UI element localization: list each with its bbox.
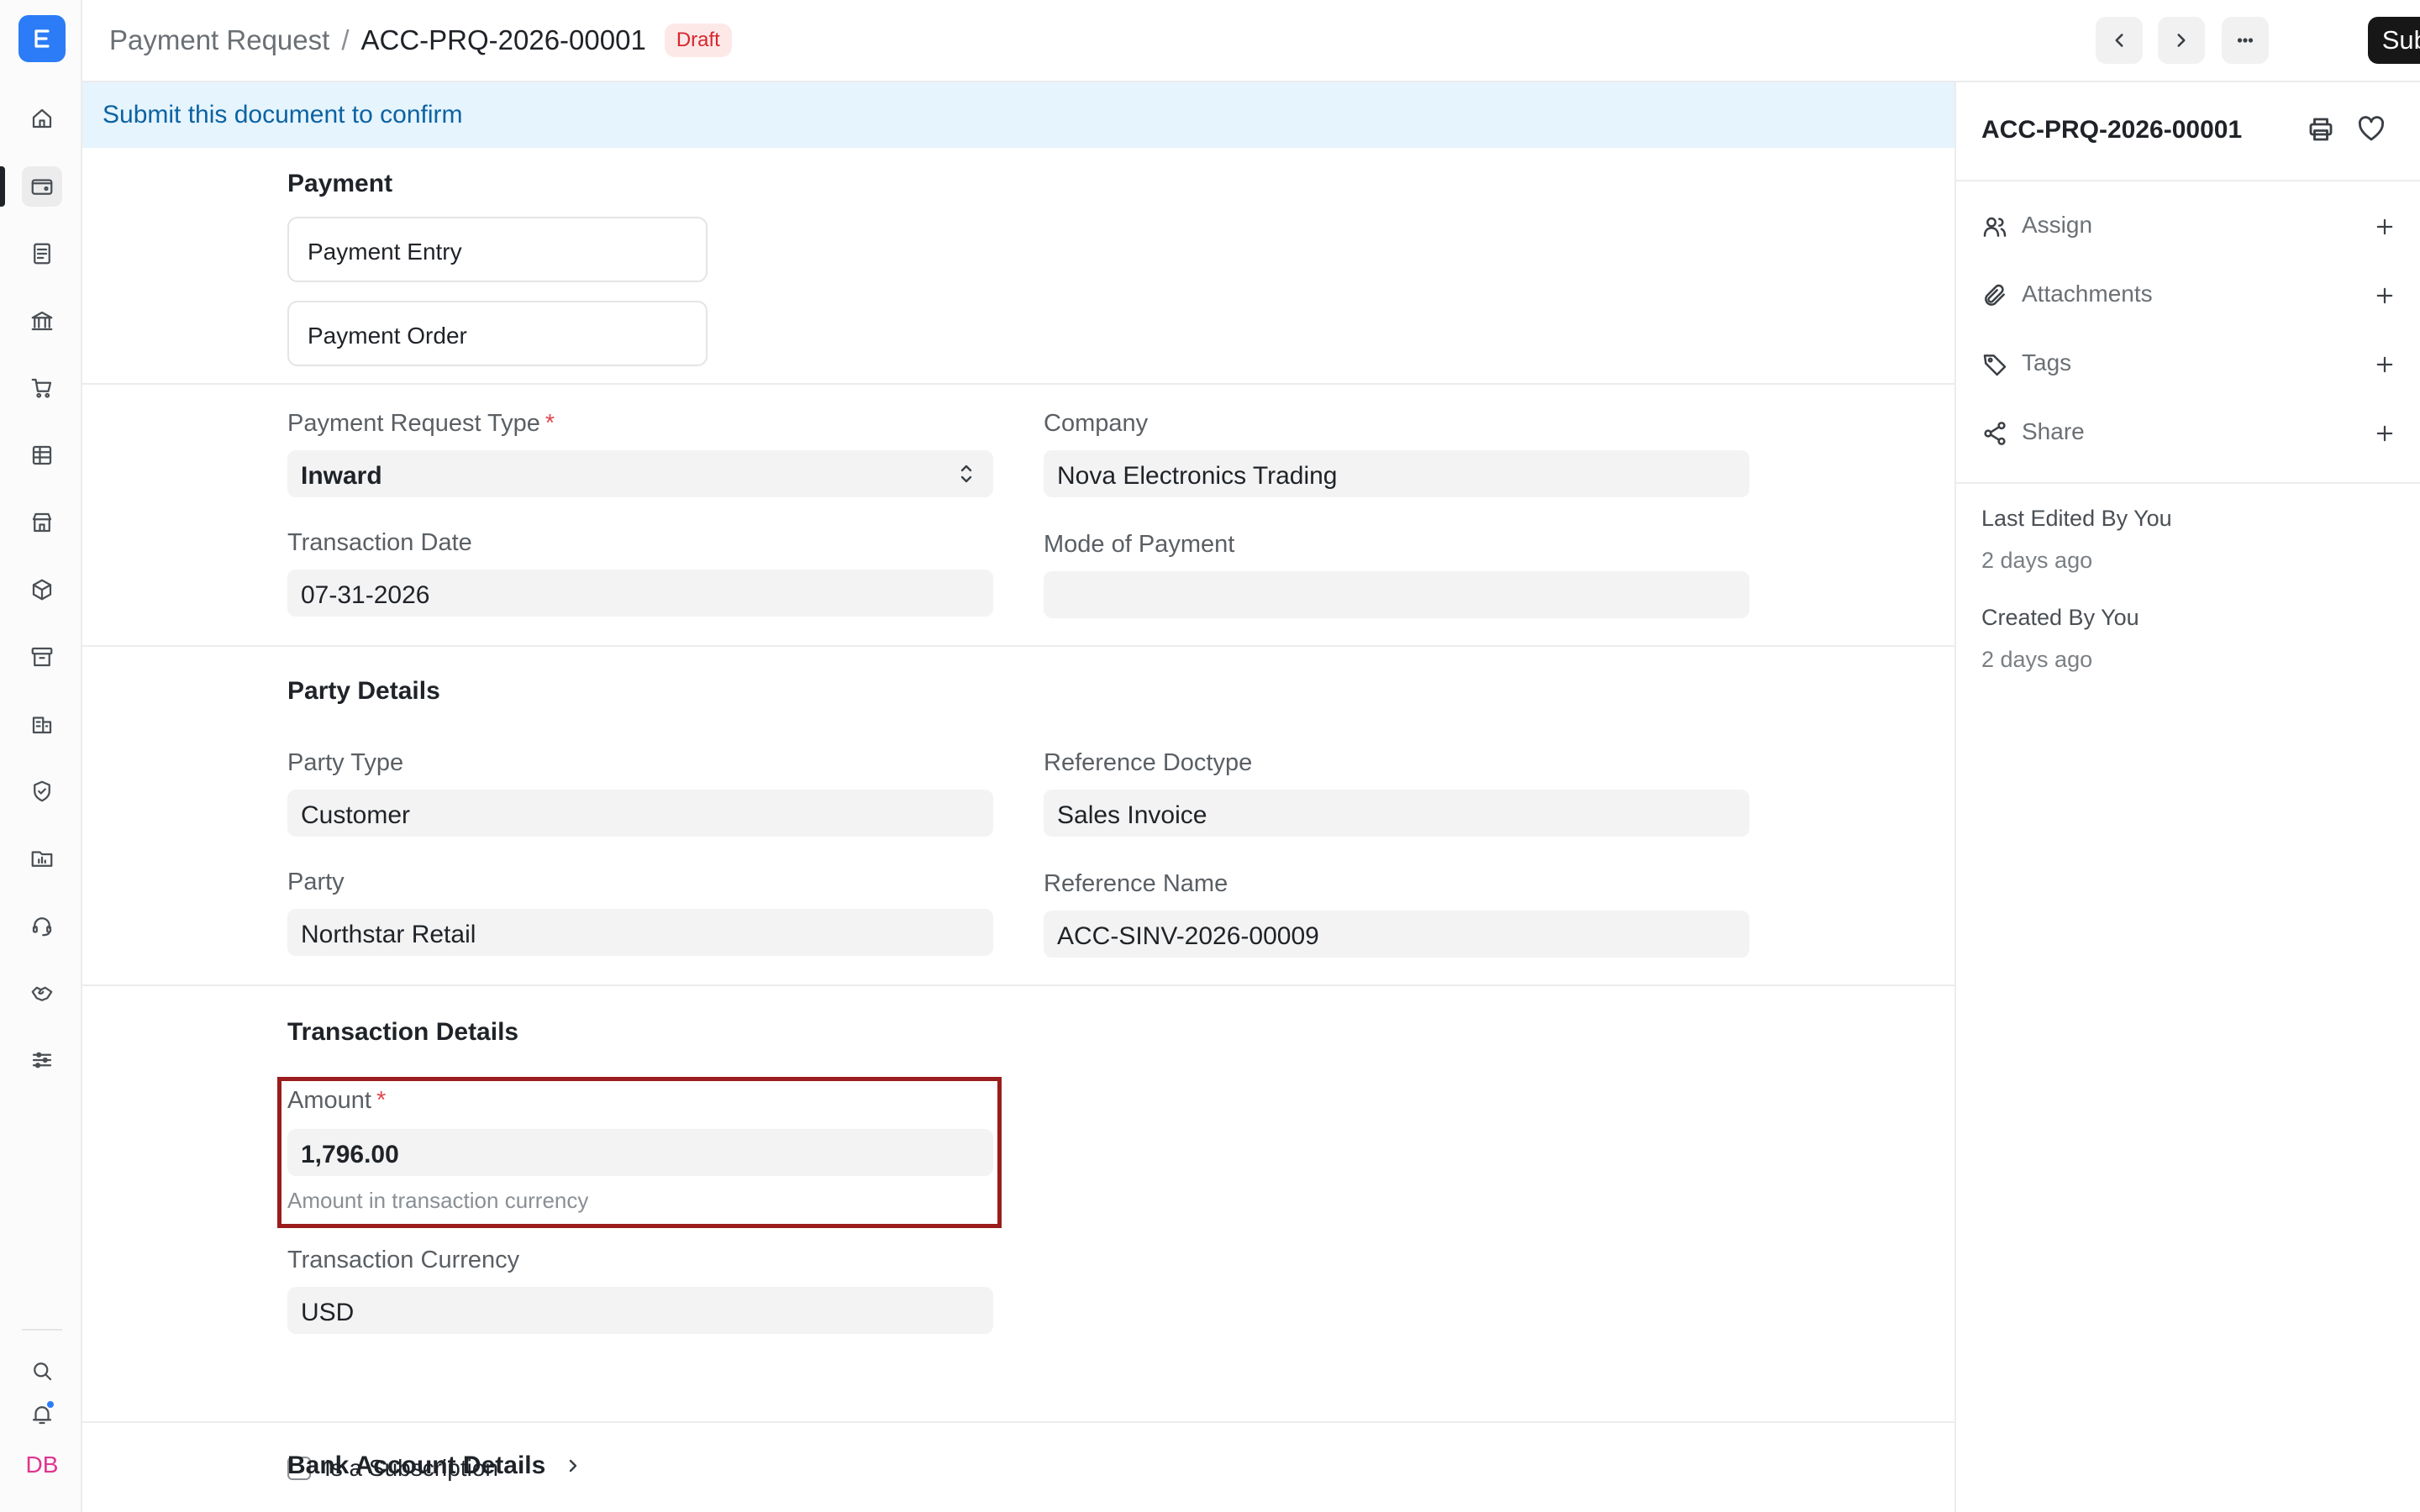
paperclip-icon [1981,282,2008,309]
box-icon[interactable] [22,570,62,610]
section-divider [82,1421,1954,1423]
sidebar-divider [22,1329,62,1331]
amount-label: Amount * [287,1087,387,1114]
plus-icon[interactable] [2373,353,2396,376]
transaction-date-field[interactable]: 07-31-2026 [287,570,993,617]
document-sidebar: ACC-PRQ-2026-00001 Assign Attachments Ta… [1954,82,2420,1512]
notification-dot [45,1399,55,1410]
section-divider [82,984,1954,986]
party-field[interactable]: Northstar Retail [287,909,993,956]
headset-icon[interactable] [22,906,62,946]
payment-request-type-label: Payment Request Type * [287,410,555,437]
sidebar-action-share[interactable]: Share [1981,417,2396,450]
chevron-left-icon [2115,34,2123,47]
tag-icon [1981,351,2008,378]
reference-name-label: Reference Name [1044,870,1228,897]
store-icon[interactable] [22,502,62,543]
sidebar: DB [0,0,82,1512]
breadcrumb-parent-link[interactable]: Payment Request [109,24,329,56]
last-edited-label: Last Edited By You [1981,506,2172,531]
page-title: ACC-PRQ-2026-00001 [360,24,646,55]
bank-icon[interactable] [22,301,62,341]
status-badge: Draft [664,24,732,57]
amount-field[interactable]: 1,796.00 [287,1129,993,1176]
invoice-icon[interactable] [22,234,62,274]
party-type-label: Party Type [287,749,404,776]
info-banner: Submit this document to confirm [82,82,1954,148]
bell-icon[interactable] [22,1394,62,1435]
page-header: Payment Request / ACC-PRQ-2026-00001 Dra… [82,0,2420,82]
payment-order-link[interactable]: Payment Order [287,301,708,366]
company-label: Company [1044,410,1149,437]
wallet-icon[interactable] [22,166,62,207]
payment-entry-link[interactable]: Payment Entry [287,217,708,282]
party-type-field[interactable]: Customer [287,790,993,837]
handshake-icon[interactable] [22,973,62,1013]
search-icon[interactable] [22,1351,62,1391]
last-edited-time: 2 days ago [1981,548,2093,573]
app-logo-icon[interactable] [18,15,66,62]
sidebar-action-tags[interactable]: Tags [1981,348,2396,381]
company-field[interactable]: Nova Electronics Trading [1044,450,1749,497]
party-label: Party [287,869,345,895]
settings-sliders-icon[interactable] [22,1040,62,1080]
transaction-date-label: Transaction Date [287,529,472,556]
reference-name-field[interactable]: ACC-SINV-2026-00009 [1044,911,1749,958]
section-title-payment: Payment [287,170,393,197]
plus-icon[interactable] [2373,215,2396,239]
transaction-currency-label: Transaction Currency [287,1247,520,1273]
sidebar-action-attachments[interactable]: Attachments [1981,279,2396,312]
more-horizontal-icon [2237,38,2254,43]
sidebar-divider [1956,180,2420,181]
cart-icon[interactable] [22,368,62,408]
section-toggle-bank-account-details[interactable]: Bank Account Details [287,1452,581,1481]
sidebar-doc-name: ACC-PRQ-2026-00001 [1981,116,2243,144]
section-title-party-details: Party Details [287,677,440,705]
plus-icon[interactable] [2373,422,2396,445]
section-divider [82,383,1954,385]
heart-icon[interactable] [2356,114,2386,144]
mode-of-payment-field[interactable] [1044,571,1749,618]
chevron-right-icon [2177,34,2186,47]
next-button[interactable] [2158,17,2205,64]
sidebar-action-assign[interactable]: Assign [1981,210,2396,244]
home-icon[interactable] [22,98,62,139]
previous-button[interactable] [2096,17,2143,64]
user-avatar[interactable]: DB [22,1452,62,1478]
created-label: Created By You [1981,605,2139,630]
section-divider [82,645,1954,647]
payment-request-type-select[interactable]: Inward [287,450,993,497]
building-icon[interactable] [22,704,62,744]
reference-doctype-field[interactable]: Sales Invoice [1044,790,1749,837]
plus-icon[interactable] [2373,284,2396,307]
active-nav-indicator [0,166,5,207]
users-icon [1981,213,2008,240]
table-icon[interactable] [22,435,62,475]
share-icon [1981,420,2008,447]
transaction-currency-field[interactable]: USD [287,1287,993,1334]
created-time: 2 days ago [1981,647,2093,672]
folder-chart-icon[interactable] [22,838,62,879]
mode-of-payment-label: Mode of Payment [1044,531,1235,558]
form-main: Submit this document to confirm Payment … [82,82,1954,1512]
breadcrumb: Payment Request / ACC-PRQ-2026-00001 Dra… [109,24,732,57]
amount-help-text: Amount in transaction currency [287,1188,589,1213]
more-actions-button[interactable] [2222,17,2269,64]
select-chevrons-icon [958,462,975,486]
sidebar-divider [1956,482,2420,484]
chevron-right-icon [565,1452,581,1481]
shield-check-icon[interactable] [22,771,62,811]
print-icon[interactable] [2306,114,2336,144]
submit-button[interactable]: Submit [2368,17,2420,64]
reference-doctype-label: Reference Doctype [1044,749,1253,776]
breadcrumb-separator: / [341,24,350,55]
archive-icon[interactable] [22,637,62,677]
section-title-transaction-details: Transaction Details [287,1018,519,1046]
